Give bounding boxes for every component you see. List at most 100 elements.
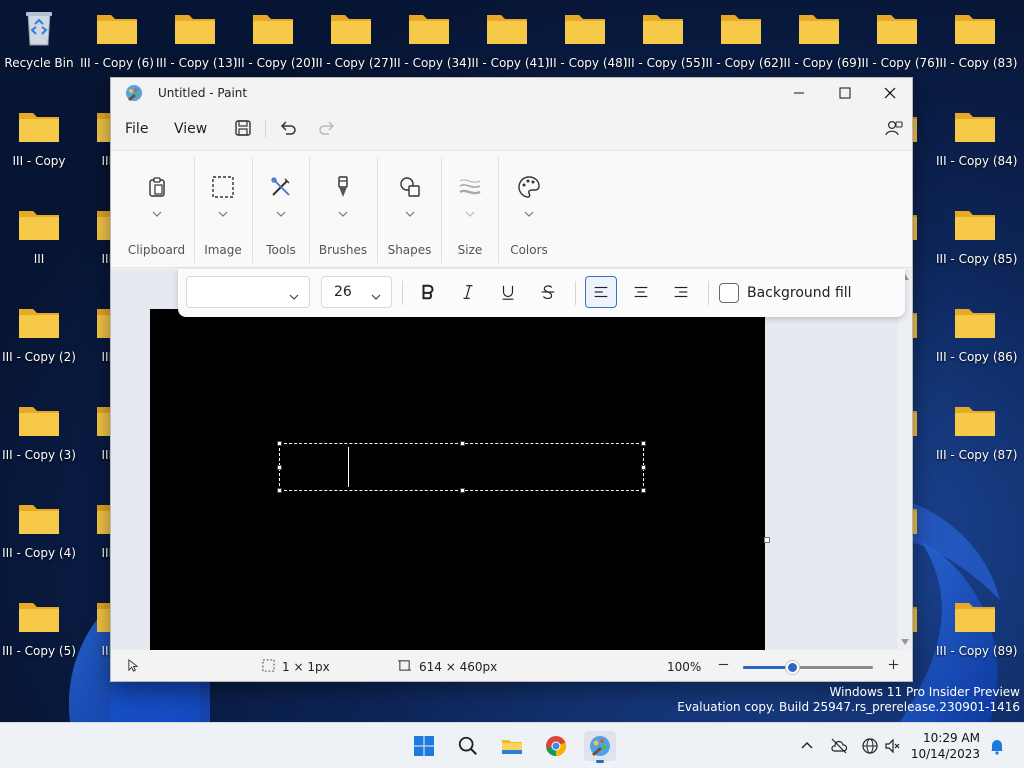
tools-icon	[269, 175, 293, 199]
font-size-select[interactable]: 26	[321, 276, 392, 308]
resize-handle-bottom[interactable]	[460, 488, 465, 493]
drawing-canvas[interactable]	[150, 309, 765, 650]
text-box[interactable]	[277, 441, 646, 493]
scroll-down-icon[interactable]	[901, 639, 909, 645]
desktop-folder[interactable]: III - Copy (89)	[936, 588, 1017, 658]
resize-handle-top[interactable]	[460, 441, 465, 446]
resize-handle-bottom-left[interactable]	[277, 488, 282, 493]
notification-bell-icon[interactable]	[988, 737, 1006, 755]
resize-handle-bottom-right[interactable]	[641, 488, 646, 493]
tools-group[interactable]: Tools	[253, 151, 309, 269]
underline-button[interactable]	[492, 276, 524, 308]
canvas-area[interactable]	[111, 269, 912, 650]
resize-handle-right[interactable]	[641, 465, 646, 470]
desktop-folder[interactable]: III - Copy (48)	[546, 0, 627, 70]
desktop-folder[interactable]: III	[0, 196, 78, 266]
chevron-down-icon	[289, 289, 299, 300]
file-explorer-button[interactable]	[496, 731, 528, 761]
desktop-folder[interactable]: III - Copy (4)	[0, 490, 78, 560]
folder-icon	[954, 304, 996, 340]
maximize-button[interactable]	[822, 78, 868, 108]
folder-icon	[720, 10, 762, 46]
desktop-folder[interactable]: III - Copy (20)	[234, 0, 315, 70]
folder-icon	[564, 10, 606, 46]
desktop-folder[interactable]: III - Copy (62)	[702, 0, 783, 70]
file-menu[interactable]: File	[125, 121, 148, 137]
save-icon[interactable]	[233, 118, 253, 138]
resize-handle-top-left[interactable]	[277, 441, 282, 446]
background-fill-label: Background fill	[747, 285, 852, 301]
chevron-up-icon[interactable]	[798, 737, 816, 755]
brushes-group[interactable]: Brushes	[310, 151, 376, 269]
desktop-folder[interactable]: III - Copy (83)	[936, 0, 1017, 70]
chrome-button[interactable]	[540, 731, 572, 761]
desktop-folder[interactable]: III - Copy (84)	[936, 98, 1017, 168]
font-family-select[interactable]	[186, 276, 310, 308]
account-settings-icon[interactable]	[884, 118, 904, 138]
desktop-folder[interactable]: III - Copy (34)	[390, 0, 471, 70]
desktop-folder[interactable]: III - Copy (87)	[936, 392, 1018, 462]
resize-handle-left[interactable]	[277, 465, 282, 470]
desktop-folder[interactable]: III - Copy (2)	[0, 294, 78, 364]
align-center-icon	[634, 286, 648, 298]
search-button[interactable]	[452, 731, 484, 761]
clipboard-icon	[145, 175, 169, 199]
align-left-button[interactable]	[585, 276, 617, 308]
desktop-folder[interactable]: III - Copy (86)	[936, 294, 1017, 364]
zoom-in-icon[interactable]	[887, 658, 900, 674]
start-button[interactable]	[408, 731, 440, 761]
volume-muted-icon[interactable]	[884, 737, 902, 755]
colors-group[interactable]: Colors	[499, 151, 559, 269]
desktop-folder[interactable]: III - Copy (27)	[312, 0, 393, 70]
align-center-button[interactable]	[625, 276, 657, 308]
view-menu[interactable]: View	[174, 121, 207, 137]
desktop-folder[interactable]: III - Copy (76)	[858, 0, 940, 70]
cloud-off-icon[interactable]	[830, 737, 848, 755]
desktop-folder[interactable]: III - Copy (5)	[0, 588, 78, 658]
chevron-down-icon	[405, 207, 415, 217]
minimize-button[interactable]	[776, 78, 822, 108]
image-group[interactable]: Image	[195, 151, 251, 269]
bold-button[interactable]	[412, 276, 444, 308]
vertical-scrollbar[interactable]	[898, 269, 912, 650]
paint-taskbar-button[interactable]	[584, 731, 616, 763]
canvas-resize-handle[interactable]	[764, 537, 770, 543]
italic-button[interactable]	[452, 276, 484, 308]
select-rectangle-icon	[211, 175, 235, 199]
desktop-folder[interactable]: III - Copy (55)	[624, 0, 705, 70]
folder-icon	[954, 598, 996, 634]
colors-label: Colors	[510, 243, 548, 257]
resize-handle-top-right[interactable]	[641, 441, 646, 446]
title-bar[interactable]: Untitled - Paint	[111, 78, 912, 108]
size-group[interactable]: Size	[442, 151, 498, 269]
paint-app-icon	[125, 84, 143, 102]
shapes-group[interactable]: Shapes	[378, 151, 441, 269]
desktop-icon-label: III - Copy (85)	[936, 252, 1018, 266]
strikethrough-button[interactable]	[532, 276, 564, 308]
system-clock[interactable]: 10:29 AM 10/14/2023	[911, 730, 980, 762]
chevron-down-icon	[465, 207, 475, 217]
globe-icon[interactable]	[861, 737, 879, 755]
zoom-slider[interactable]	[743, 661, 873, 674]
desktop-folder[interactable]: III - Copy	[0, 98, 78, 168]
clipboard-group[interactable]: Clipboard	[119, 151, 194, 269]
desktop-folder[interactable]: III - Copy (69)	[780, 0, 861, 70]
zoom-out-icon[interactable]	[717, 658, 730, 674]
desktop-icon-label: III - Copy (5)	[2, 644, 76, 658]
zoom-slider-thumb[interactable]	[786, 661, 799, 674]
desktop-icon-label: III - Copy (87)	[936, 448, 1018, 462]
redo-icon[interactable]	[317, 118, 337, 138]
align-right-button[interactable]	[665, 276, 697, 308]
background-fill-checkbox[interactable]	[719, 283, 739, 303]
recycle-bin-icon[interactable]: Recycle Bin	[0, 0, 78, 70]
desktop-folder[interactable]: III - Copy (13)	[156, 0, 237, 70]
desktop-icon-label: III - Copy (76)	[858, 56, 940, 70]
close-button[interactable]	[867, 78, 913, 108]
desktop-folder[interactable]: III - Copy (85)	[936, 196, 1018, 266]
desktop-folder[interactable]: III - Copy (3)	[0, 392, 78, 462]
desktop-folder[interactable]: III - Copy (6)	[78, 0, 156, 70]
undo-icon[interactable]	[278, 118, 298, 138]
zoom-percentage[interactable]: 100%	[667, 660, 701, 674]
desktop-folder[interactable]: III - Copy (41)	[468, 0, 549, 70]
active-indicator	[596, 760, 604, 763]
